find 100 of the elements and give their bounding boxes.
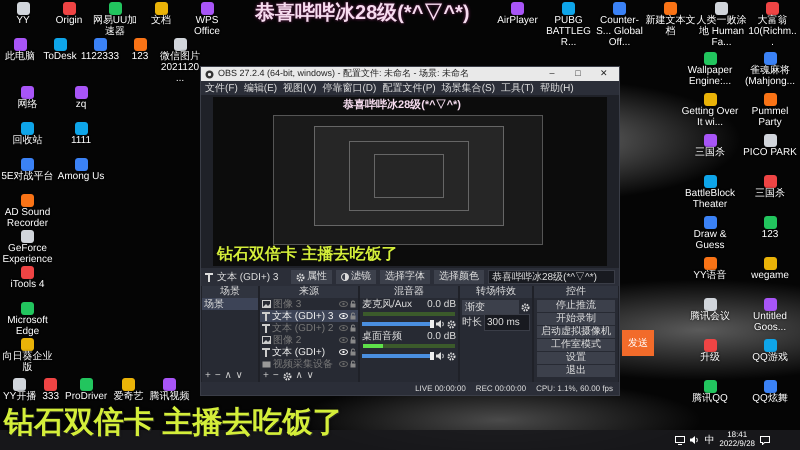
app-icon[interactable] (764, 257, 776, 270)
clock-time: 18:41 (727, 431, 748, 440)
toolbar-button[interactable]: ∨ (236, 371, 243, 381)
control-button[interactable]: 启动虚拟摄像机 (537, 326, 615, 338)
toolbar-button[interactable]: 选择字体 (380, 270, 430, 284)
lock-icon[interactable] (350, 300, 356, 308)
settings-icon[interactable] (282, 372, 292, 380)
app-icon[interactable] (704, 380, 716, 393)
app-icon[interactable] (664, 2, 677, 15)
app-icon[interactable] (764, 216, 776, 229)
app-icon[interactable] (16, 2, 30, 15)
icon-label: Untitled Goos... (752, 311, 788, 333)
source-item[interactable]: 文本 (GDI+) (260, 346, 358, 358)
text-input-field[interactable]: 恭喜哔哔冰28级(*^▽^*) (488, 270, 615, 284)
app-icon[interactable] (704, 257, 716, 270)
gear-icon[interactable] (521, 302, 530, 312)
app-icon[interactable] (715, 2, 728, 15)
menu-item[interactable]: 停靠窗口(D) (322, 80, 376, 96)
gear-icon[interactable] (296, 272, 305, 282)
app-icon[interactable] (764, 93, 776, 106)
menu-item[interactable]: 帮助(H) (540, 80, 574, 96)
lock-icon[interactable] (350, 312, 356, 320)
source-item[interactable]: 文本 (GDI+) 3 (260, 310, 358, 322)
app-icon[interactable] (54, 38, 66, 51)
icon-label: ToDesk (43, 51, 77, 62)
menu-item[interactable]: 场景集合(S) (442, 80, 496, 96)
app-icon[interactable] (704, 298, 716, 311)
speaker-icon[interactable] (690, 436, 700, 444)
window-control[interactable]: □ (567, 67, 589, 81)
gear-icon[interactable] (447, 352, 456, 360)
window-control[interactable]: ✕ (593, 67, 615, 81)
icon-label: QQ游戏 (752, 352, 788, 363)
app-icon[interactable] (21, 302, 34, 315)
dock-title: 转场特效 (460, 286, 532, 298)
overlay-text: 恭喜哔哔冰28级(*^▽^*) (343, 99, 461, 112)
toolbar-button[interactable]: + (205, 371, 211, 381)
menu-item[interactable]: 配置文件(P) (382, 80, 436, 96)
control-button[interactable]: 退出 (537, 365, 615, 377)
app-icon[interactable] (174, 38, 186, 51)
icon-label: iTools 4 (10, 279, 44, 290)
slider-thumb[interactable] (430, 320, 434, 328)
gear-icon[interactable] (447, 320, 456, 328)
app-icon[interactable] (21, 338, 34, 351)
icon-label: BattleBlock Theater (684, 188, 736, 210)
app-icon[interactable] (122, 378, 135, 391)
speaker-icon[interactable] (436, 320, 445, 328)
icon-label: YY开播 (3, 391, 36, 402)
control-button[interactable]: 工作室模式 (537, 339, 615, 351)
app-icon[interactable] (21, 122, 34, 135)
app-icon[interactable] (21, 230, 34, 243)
icon-label: 向日葵企业版 (2, 351, 54, 373)
app-icon[interactable] (154, 2, 168, 15)
icon-label: 网络 (18, 99, 38, 110)
icon-label: 文档 (151, 15, 171, 26)
toolbar-button[interactable]: 滤镜 (336, 270, 376, 284)
app-icon[interactable] (764, 134, 776, 147)
menu-item[interactable]: 编辑(E) (244, 80, 278, 96)
speaker-icon[interactable] (436, 352, 445, 360)
app-icon[interactable] (13, 378, 26, 391)
toolbar-button[interactable]: ∧ (296, 371, 303, 381)
lock-icon[interactable] (350, 348, 356, 356)
icon-label: 三国杀 (755, 188, 785, 199)
icon-label: 腾讯视频 (149, 391, 190, 402)
app-icon[interactable] (21, 194, 34, 207)
app-icon[interactable] (80, 378, 93, 391)
ime-indicator[interactable]: 中 (704, 432, 714, 448)
volume-slider[interactable] (362, 322, 434, 326)
app-icon[interactable] (704, 175, 716, 188)
slider-thumb[interactable] (430, 352, 434, 360)
clock-date: 2022/9/28 (719, 440, 755, 449)
duration-field[interactable]: 300 ms (484, 314, 530, 330)
toolbar-button[interactable]: − (214, 371, 221, 381)
app-icon[interactable] (562, 2, 575, 15)
menu-item[interactable]: 工具(T) (501, 80, 534, 96)
menu-item[interactable]: 视图(V) (283, 80, 316, 96)
app-icon[interactable] (74, 122, 88, 135)
volume-slider[interactable] (362, 354, 434, 358)
scene-item[interactable]: 场景 (202, 298, 258, 310)
icon-label: 123 (762, 229, 778, 240)
transition-select[interactable]: 渐变 (462, 300, 519, 314)
overlay-text: 钻石双倍卡 主播去吃饭了 (217, 246, 398, 264)
app-icon[interactable] (134, 38, 146, 51)
lock-icon[interactable] (350, 360, 356, 368)
lock-icon[interactable] (350, 324, 356, 332)
menu-item[interactable]: 文件(F) (205, 80, 238, 96)
notification-icon[interactable] (760, 436, 770, 444)
toolbar-button[interactable]: 属性 (291, 270, 332, 284)
toolbar-button[interactable]: ∧ (224, 371, 232, 381)
toolbar-button[interactable]: ∨ (306, 371, 314, 381)
control-button[interactable]: 停止推流 (537, 300, 615, 312)
app-icon[interactable] (704, 52, 716, 65)
window-control[interactable]: – (541, 67, 563, 81)
control-button[interactable]: 开始录制 (537, 313, 615, 325)
app-icon[interactable] (704, 93, 716, 106)
toolbar-button[interactable]: 选择颜色 (434, 270, 484, 284)
toolbar-button[interactable]: + (263, 371, 269, 381)
control-button[interactable]: 设置 (537, 352, 615, 364)
app-icon[interactable] (108, 2, 122, 15)
lock-icon[interactable] (350, 336, 356, 344)
toolbar-button[interactable]: − (272, 371, 279, 381)
